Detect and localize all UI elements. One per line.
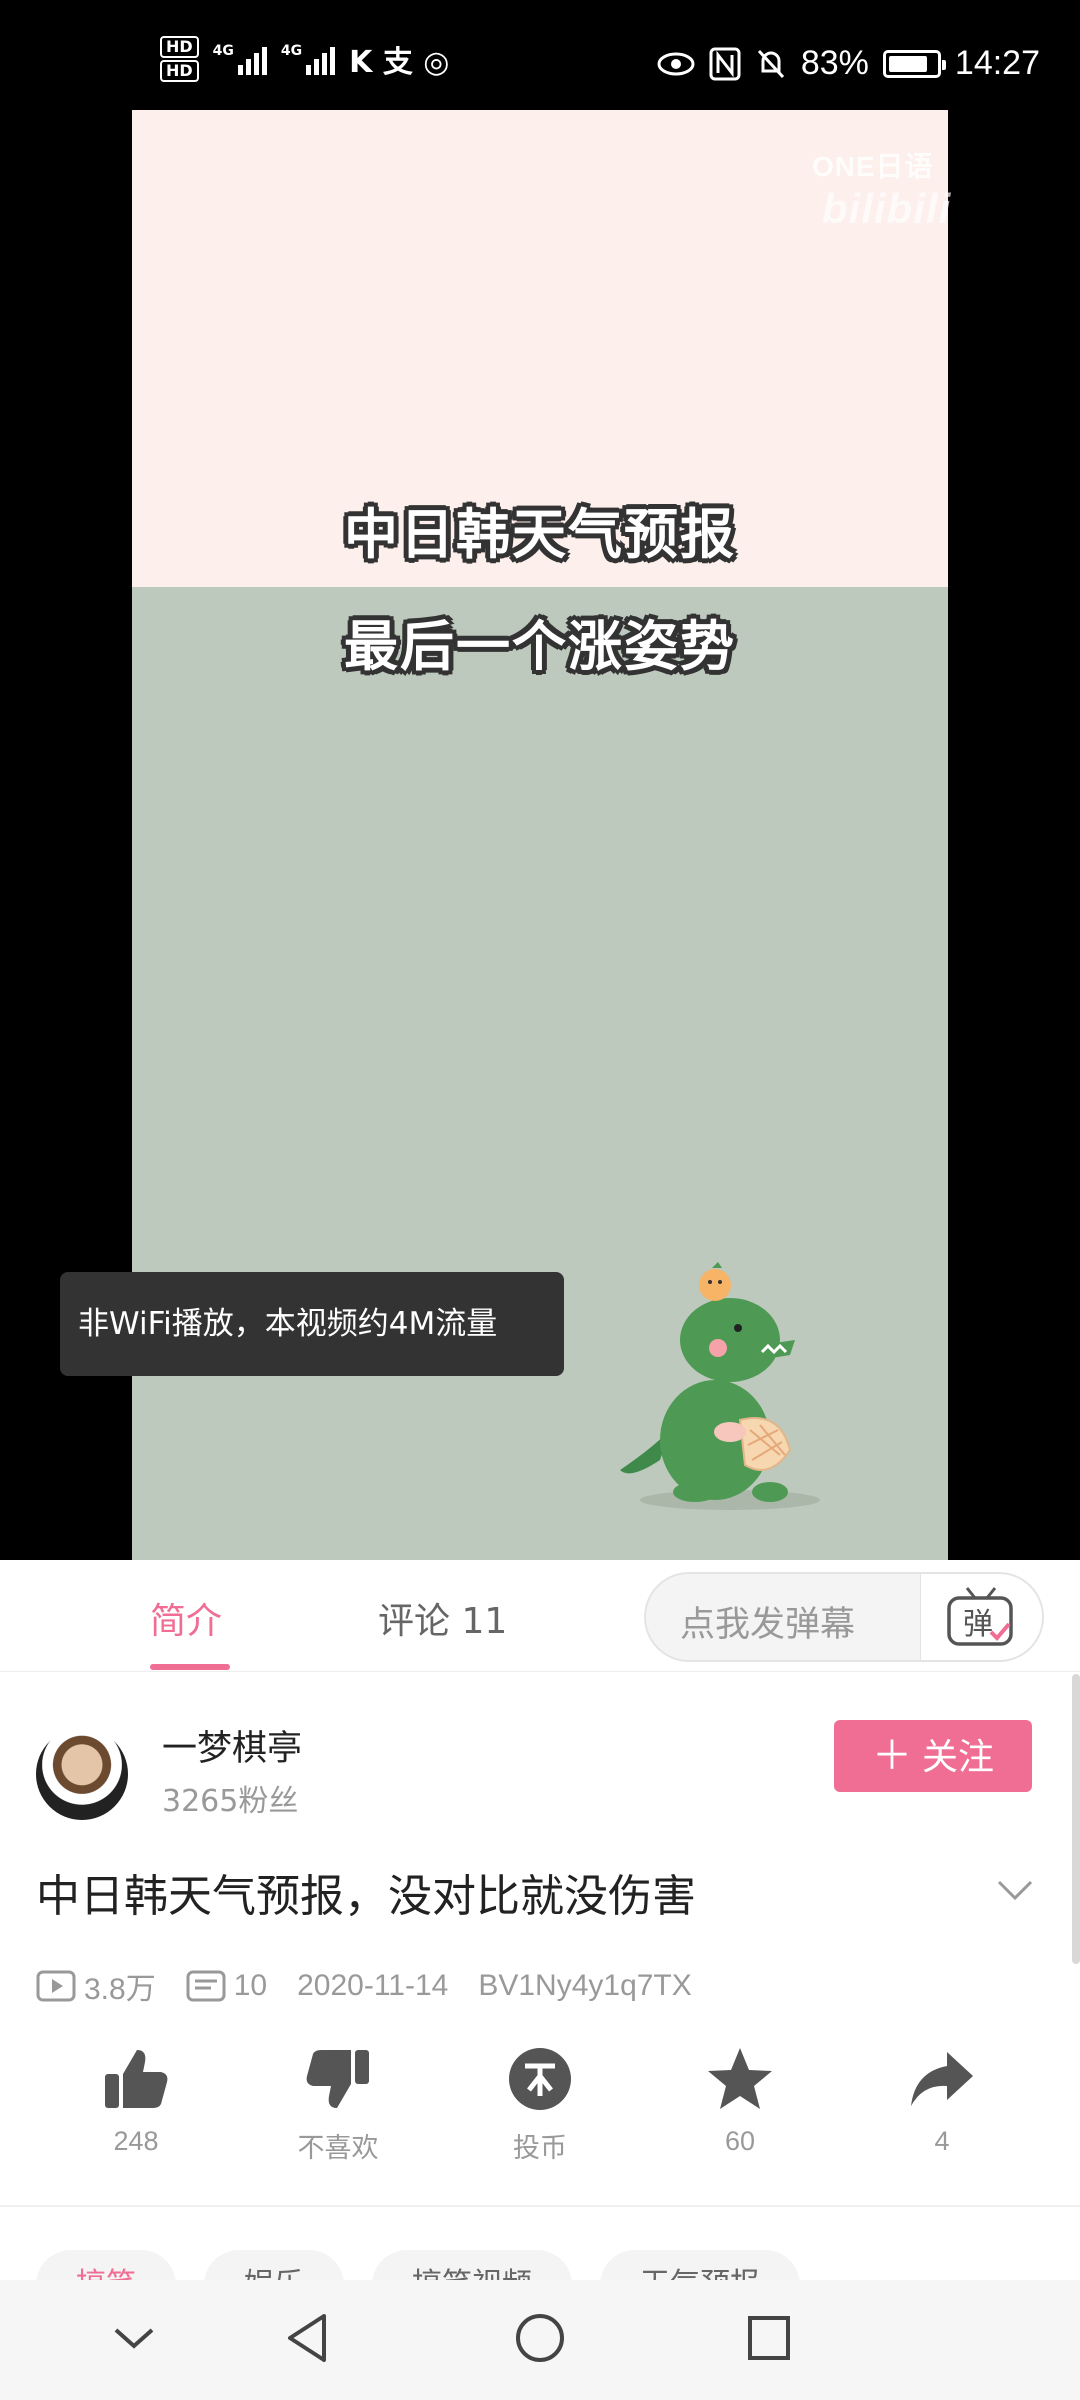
plus-icon: ＋ xyxy=(871,1733,912,1779)
hd1-label: HD xyxy=(160,36,199,58)
dislike-button[interactable]: 不喜欢 xyxy=(268,2046,408,2165)
scrollbar[interactable] xyxy=(1072,1674,1080,1964)
danmaku-count-icon xyxy=(186,1970,226,2002)
danmaku-toggle-button[interactable]: 弹 xyxy=(920,1574,1042,1660)
watermark-brand: bilibili xyxy=(822,185,952,232)
publish-date: 2020-11-14 xyxy=(297,1969,449,2002)
dinosaur-illustration xyxy=(620,1262,820,1510)
follow-button[interactable]: ＋关注 xyxy=(834,1720,1032,1792)
share-count: 4 xyxy=(934,2126,950,2156)
dislike-label: 不喜欢 xyxy=(297,2133,379,2163)
favorite-button[interactable]: 60 xyxy=(670,2046,810,2157)
hd-indicator: HD HD xyxy=(160,36,199,82)
tab-intro[interactable]: 简介 xyxy=(150,1592,222,1644)
active-tab-indicator xyxy=(150,1664,230,1670)
battery-icon xyxy=(882,49,946,78)
network-2-label: 4G xyxy=(280,43,303,59)
share-icon xyxy=(911,2052,973,2106)
favorite-count: 60 xyxy=(724,2126,756,2156)
thumbs-up-icon xyxy=(105,2050,168,2108)
danmaku-count: 10 xyxy=(186,1969,267,2003)
signal-icon-1: 4G xyxy=(213,43,267,75)
hd2-label: HD xyxy=(160,60,199,82)
tab-bar: 简介 评论 11 点我发弹幕 弹 xyxy=(0,1560,1080,1672)
eye-icon xyxy=(657,52,695,75)
danmaku-icon-glyph: 弹 xyxy=(963,1607,993,1642)
danmaku-tv-icon: 弹 xyxy=(947,1587,1013,1646)
play-count-icon xyxy=(36,1970,76,2002)
star-icon xyxy=(708,2048,772,2109)
danmaku-placeholder: 点我发弹幕 xyxy=(680,1605,856,1645)
like-button[interactable]: 248 xyxy=(66,2046,206,2157)
notification-icons: K 支 ◎ xyxy=(349,45,450,80)
status-left-icons: HD HD 4G 4G K 支 ◎ xyxy=(160,36,449,82)
tab-comments[interactable]: 评论 11 xyxy=(378,1592,507,1644)
coin-label: 投币 xyxy=(513,2133,567,2163)
coin-button[interactable]: 投币 xyxy=(470,2046,610,2165)
uploader-name[interactable]: 一梦棋亭 xyxy=(162,1720,302,1771)
status-bar: HD HD 4G 4G K 支 ◎ 83% 14:27 xyxy=(0,0,1080,110)
view-count: 3.8万 xyxy=(36,1964,156,2008)
status-right-icons: 83% 14:27 xyxy=(657,44,1040,83)
video-meta: 3.8万 10 2020-11-14 BV1Ny4y1q7TX xyxy=(36,1964,722,2008)
mute-bell-icon xyxy=(757,49,784,78)
view-count-value: 3.8万 xyxy=(84,1973,156,2006)
video-caption-line2: 最后一个涨姿势 xyxy=(344,615,736,678)
hide-keyboard-chevron-icon[interactable] xyxy=(112,2308,156,2368)
battery-fill xyxy=(888,55,928,72)
share-button[interactable]: 4 xyxy=(872,2046,1012,2157)
bv-id: BV1Ny4y1q7TX xyxy=(478,1969,692,2002)
watermark-text: ONE日语 xyxy=(812,151,934,182)
home-icon[interactable] xyxy=(512,2308,568,2368)
signal-icon-2: 4G xyxy=(280,43,336,75)
video-detail-panel: 简介 评论 11 点我发弹幕 弹 一梦棋亭 3265粉丝 ＋关注 中日韩天气预报… xyxy=(0,1560,1080,2400)
system-nav-bar xyxy=(0,2280,1080,2400)
coin-icon xyxy=(509,2048,571,2110)
divider xyxy=(0,2205,1080,2207)
like-count: 248 xyxy=(113,2126,159,2156)
video-player[interactable]: ONE日语bilibili 中日韩天气预报 最后一个涨姿势 非WiFi播放，本视… xyxy=(0,110,1080,1665)
follow-label: 关注 xyxy=(921,1737,994,1778)
data-usage-toast: 非WiFi播放，本视频约4M流量 xyxy=(60,1272,564,1376)
video-title: 中日韩天气预报，没对比就没伤害 xyxy=(36,1871,696,1922)
recents-icon[interactable] xyxy=(744,2308,794,2368)
watermark: ONE日语bilibili xyxy=(812,145,951,233)
avatar[interactable] xyxy=(36,1728,128,1820)
back-icon[interactable] xyxy=(282,2308,332,2368)
action-bar: 248 不喜欢 投币 60 4 xyxy=(0,2046,1080,2176)
battery-percent: 83% xyxy=(800,44,869,82)
clock: 14:27 xyxy=(954,44,1040,82)
network-1-label: 4G xyxy=(212,43,234,59)
fan-count: 3265粉丝 xyxy=(162,1784,299,1819)
video-caption-line1: 中日韩天气预报 xyxy=(344,503,736,566)
danmaku-input[interactable]: 点我发弹幕 弹 xyxy=(644,1572,1044,1662)
chevron-down-icon[interactable] xyxy=(996,1878,1034,1902)
nfc-icon xyxy=(709,47,741,80)
danmaku-count-value: 10 xyxy=(233,1969,268,2002)
thumbs-down-icon xyxy=(306,2050,369,2108)
